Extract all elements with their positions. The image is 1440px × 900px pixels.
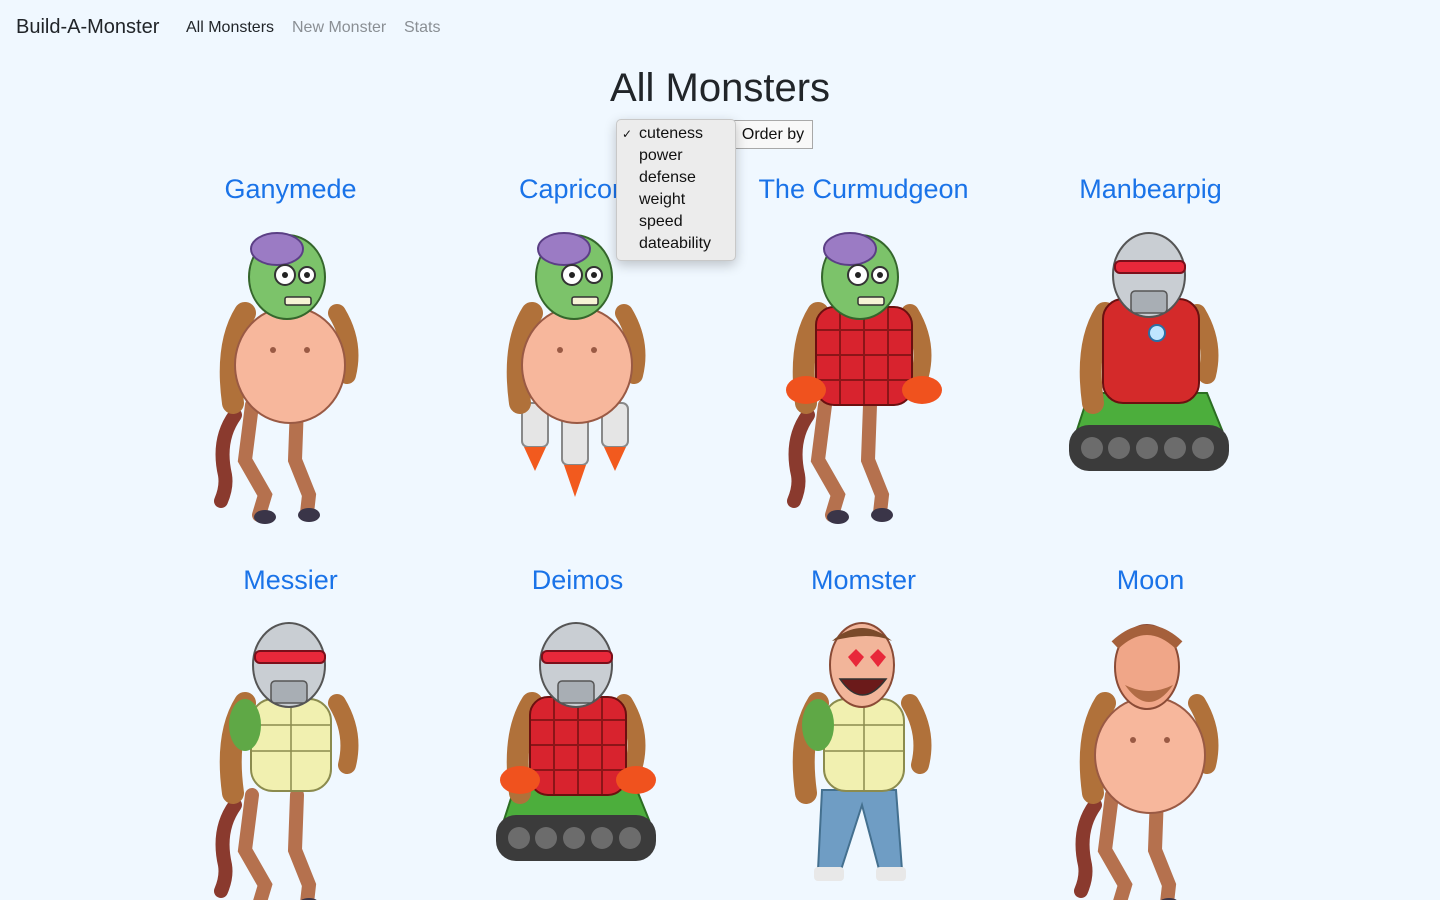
- sort-option-label: weight: [639, 191, 686, 208]
- monster-figure: [1074, 624, 1219, 900]
- monster-figure: [786, 232, 942, 524]
- sort-option-cuteness[interactable]: ✓ cuteness: [617, 123, 735, 145]
- monster-figure: [214, 232, 359, 524]
- sort-option-label: power: [639, 147, 683, 164]
- sort-option-label: cuteness: [639, 125, 704, 142]
- monster-image[interactable]: [147, 615, 434, 900]
- sort-option-defense[interactable]: defense: [617, 167, 735, 189]
- monster-name-link[interactable]: Messier: [147, 565, 434, 596]
- monster-image[interactable]: [1007, 225, 1294, 525]
- nav-new-monster[interactable]: New Monster: [292, 19, 386, 37]
- sort-option-label: defense: [639, 169, 696, 186]
- monster-name-link[interactable]: Momster: [720, 565, 1007, 596]
- sort-option-weight[interactable]: weight: [617, 189, 735, 211]
- monster-name-link[interactable]: Moon: [1007, 565, 1294, 596]
- monster-figure: [214, 622, 359, 900]
- sort-option-dateability[interactable]: dateability: [617, 233, 735, 255]
- monster-name-link[interactable]: The Curmudgeon: [720, 174, 1007, 205]
- monster-image[interactable]: [720, 615, 1007, 900]
- monster-image[interactable]: [1007, 615, 1294, 900]
- sort-dropdown[interactable]: ✓ cuteness power defense weight speed da…: [616, 119, 736, 261]
- monster-name-link[interactable]: Ganymede: [147, 174, 434, 205]
- monster-image[interactable]: [147, 225, 434, 525]
- sort-option-label: speed: [639, 213, 683, 230]
- monster-image[interactable]: [434, 225, 721, 525]
- monster-figure: [506, 232, 646, 497]
- monster-figure: [496, 622, 656, 861]
- page-title: All Monsters: [609, 66, 831, 110]
- check-icon: ✓: [622, 127, 633, 141]
- monster-figure: [792, 622, 932, 881]
- sort-option-label: dateability: [639, 235, 712, 252]
- brand-link[interactable]: Build-A-Monster: [16, 16, 159, 39]
- sort-option-power[interactable]: power: [617, 145, 735, 167]
- nav-all-monsters[interactable]: All Monsters: [186, 19, 274, 37]
- navbar: Build-A-Monster All Monsters New Monster…: [0, 0, 1440, 56]
- monster-image[interactable]: [720, 225, 1007, 525]
- sort-option-speed[interactable]: speed: [617, 211, 735, 233]
- monster-figure: [1069, 232, 1229, 471]
- monster-name-link[interactable]: Manbearpig: [1007, 174, 1294, 205]
- nav-stats[interactable]: Stats: [404, 19, 440, 37]
- monster-name-link[interactable]: Deimos: [434, 565, 721, 596]
- monster-image[interactable]: [434, 615, 721, 900]
- order-by-button[interactable]: Order by: [734, 120, 813, 149]
